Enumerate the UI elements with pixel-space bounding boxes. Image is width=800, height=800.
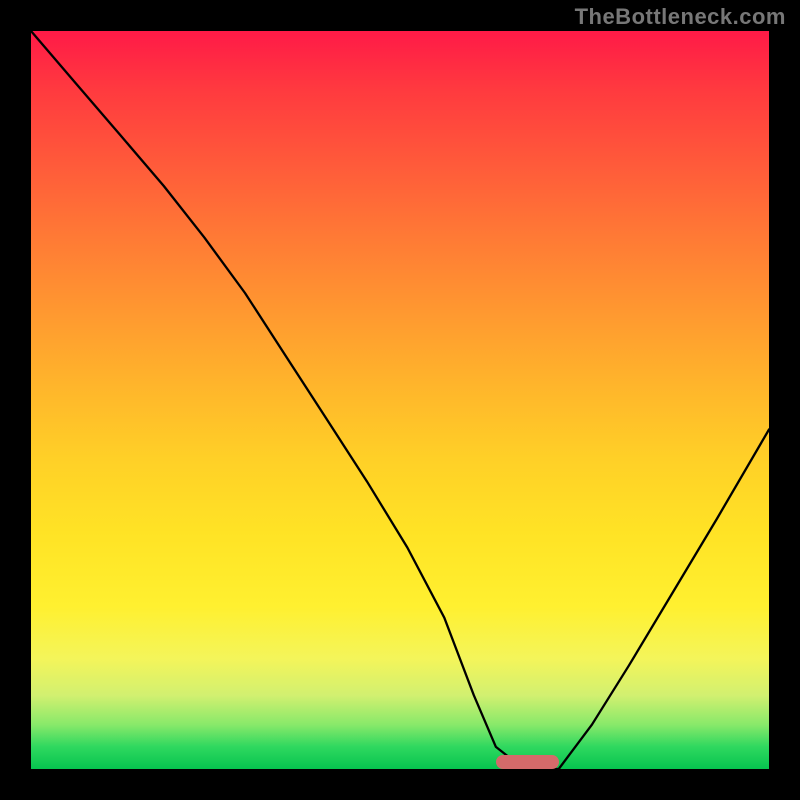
watermark-text: TheBottleneck.com	[575, 4, 786, 30]
plot-area	[31, 31, 769, 769]
bottleneck-curve	[31, 31, 769, 769]
chart-frame: TheBottleneck.com	[0, 0, 800, 800]
optimum-marker	[496, 755, 559, 769]
curve-path	[31, 31, 769, 769]
